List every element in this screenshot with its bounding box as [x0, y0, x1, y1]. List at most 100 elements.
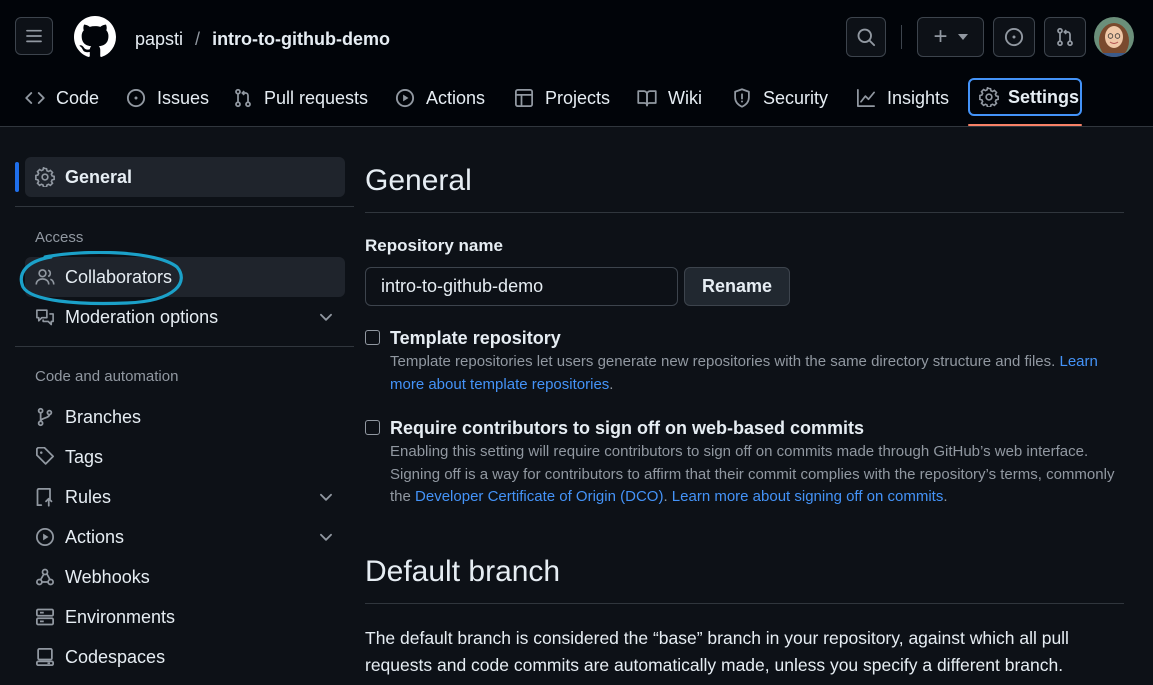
hamburger-menu-button[interactable]	[15, 17, 53, 55]
search-icon	[857, 28, 876, 47]
code-icon	[25, 92, 45, 104]
sidebar-item-webhooks-label: Webhooks	[65, 567, 150, 587]
pull-requests-button[interactable]	[1044, 17, 1086, 57]
sidebar-item-branches[interactable]: Branches	[25, 397, 345, 437]
codespaces-icon	[36, 648, 54, 666]
tab-actions[interactable]: Actions	[395, 80, 485, 116]
breadcrumb: papsti / intro-to-github-demo	[135, 27, 390, 51]
title-divider	[365, 212, 1124, 213]
avatar[interactable]	[1094, 17, 1134, 57]
repository-name-input[interactable]	[365, 267, 678, 306]
github-logo[interactable]	[74, 16, 116, 58]
plus-icon: +	[933, 23, 948, 50]
tab-settings-label: Settings	[1008, 86, 1080, 107]
sidebar-item-environments-label: Environments	[65, 607, 176, 627]
server-icon	[36, 608, 54, 626]
sidebar-item-rules[interactable]: Rules	[25, 477, 345, 517]
triangle-down-icon	[957, 34, 968, 40]
sidebar-divider	[15, 206, 354, 207]
chevron-down-icon	[320, 533, 332, 541]
sidebar-item-branches-label: Branches	[65, 407, 142, 427]
breadcrumb-separator: /	[195, 28, 201, 49]
play-icon	[395, 88, 415, 108]
sidebar-item-moderation-options-label: Moderation options	[65, 307, 219, 327]
rename-button-label: Rename	[701, 276, 773, 296]
tab-pull-requests-label: Pull requests	[264, 87, 369, 108]
signoff-description-end: .	[943, 488, 948, 505]
signoff-description: Enabling this setting will require contr…	[390, 441, 1115, 509]
template-description-end: .	[609, 375, 614, 393]
hamburger-icon	[26, 29, 42, 43]
repo-push-icon	[36, 488, 53, 507]
tab-wiki[interactable]: Wiki	[637, 80, 702, 116]
graph-icon	[857, 89, 875, 107]
pull-request-icon	[235, 88, 251, 108]
template-description-text: Template repositories let users generate…	[390, 353, 1056, 370]
table-icon	[515, 89, 533, 107]
webhook-icon	[36, 568, 54, 586]
shield-icon	[734, 88, 750, 108]
rename-button[interactable]: Rename	[684, 267, 790, 306]
gear-icon	[35, 167, 55, 187]
sidebar-item-general-label: General	[65, 167, 133, 187]
play-icon	[36, 528, 54, 546]
dco-link[interactable]: Developer Certificate of Origin (DCO)	[415, 488, 663, 505]
sidebar-item-environments[interactable]: Environments	[25, 597, 345, 637]
gear-icon	[979, 87, 999, 107]
sidebar-item-moderation-options[interactable]: Moderation options	[25, 297, 345, 337]
sidebar-item-tags-label: Tags	[65, 447, 104, 467]
avatar-image	[1094, 17, 1134, 57]
default-branch-title: Default branch	[365, 555, 561, 588]
create-new-button[interactable]: +	[917, 17, 984, 57]
tab-issues[interactable]: Issues	[126, 80, 209, 116]
issue-opened-icon	[1004, 27, 1024, 47]
tab-projects[interactable]: Projects	[514, 80, 610, 116]
sidebar-divider	[15, 346, 354, 347]
tab-insights-label: Insights	[887, 87, 950, 108]
tab-settings[interactable]: Settings	[968, 78, 1082, 116]
repository-name-label: Repository name	[365, 236, 503, 255]
tab-security[interactable]: Security	[732, 80, 828, 116]
signoff-description-mid: .	[663, 488, 668, 505]
breadcrumb-repo[interactable]: intro-to-github-demo	[212, 29, 390, 50]
comment-discussion-icon	[36, 309, 54, 326]
git-pull-request-icon	[1057, 27, 1073, 47]
signoff-label[interactable]: Require contributors to sign off on web-…	[390, 418, 864, 439]
sidebar-item-codespaces-label: Codespaces	[65, 647, 166, 667]
tab-wiki-label: Wiki	[668, 87, 702, 108]
tab-actions-label: Actions	[426, 87, 486, 108]
sidebar-heading-access: Access	[35, 229, 84, 246]
template-repository-checkbox[interactable]	[365, 330, 380, 345]
settings-tab-underline	[968, 124, 1082, 126]
chevron-down-icon	[320, 493, 332, 501]
search-button[interactable]	[846, 17, 886, 57]
sidebar-item-rules-label: Rules	[65, 487, 112, 507]
sidebar-item-tags[interactable]: Tags	[25, 437, 345, 477]
sidebar-active-indicator	[15, 162, 19, 192]
tab-insights[interactable]: Insights	[856, 80, 949, 116]
template-repository-label[interactable]: Template repository	[390, 328, 561, 349]
default-branch-description: The default branch is considered the “ba…	[365, 628, 1069, 675]
issue-icon	[126, 88, 146, 108]
issues-button[interactable]	[993, 17, 1035, 57]
template-repository-description: Template repositories let users generate…	[390, 351, 1110, 396]
chevron-down-icon	[320, 313, 332, 321]
sidebar-item-webhooks[interactable]: Webhooks	[25, 557, 345, 597]
tab-code[interactable]: Code	[25, 80, 99, 116]
page-title: General	[365, 164, 472, 197]
tab-pull-requests[interactable]: Pull requests	[233, 80, 368, 116]
sidebar-item-codespaces[interactable]: Codespaces	[25, 637, 345, 677]
tab-code-label: Code	[56, 87, 100, 108]
git-branch-icon	[37, 407, 53, 427]
sidebar-heading-code-automation: Code and automation	[35, 368, 179, 385]
tab-issues-label: Issues	[157, 87, 210, 108]
sidebar-item-actions[interactable]: Actions	[25, 517, 345, 557]
sidebar-item-general[interactable]: General	[25, 157, 345, 197]
signoff-learn-more-link[interactable]: Learn more about signing off on commits	[672, 488, 944, 505]
book-icon	[637, 90, 657, 107]
header-divider	[901, 25, 902, 49]
default-branch-divider	[365, 603, 1124, 604]
tag-icon	[36, 447, 54, 465]
signoff-checkbox[interactable]	[365, 420, 380, 435]
breadcrumb-owner[interactable]: papsti	[135, 29, 183, 50]
